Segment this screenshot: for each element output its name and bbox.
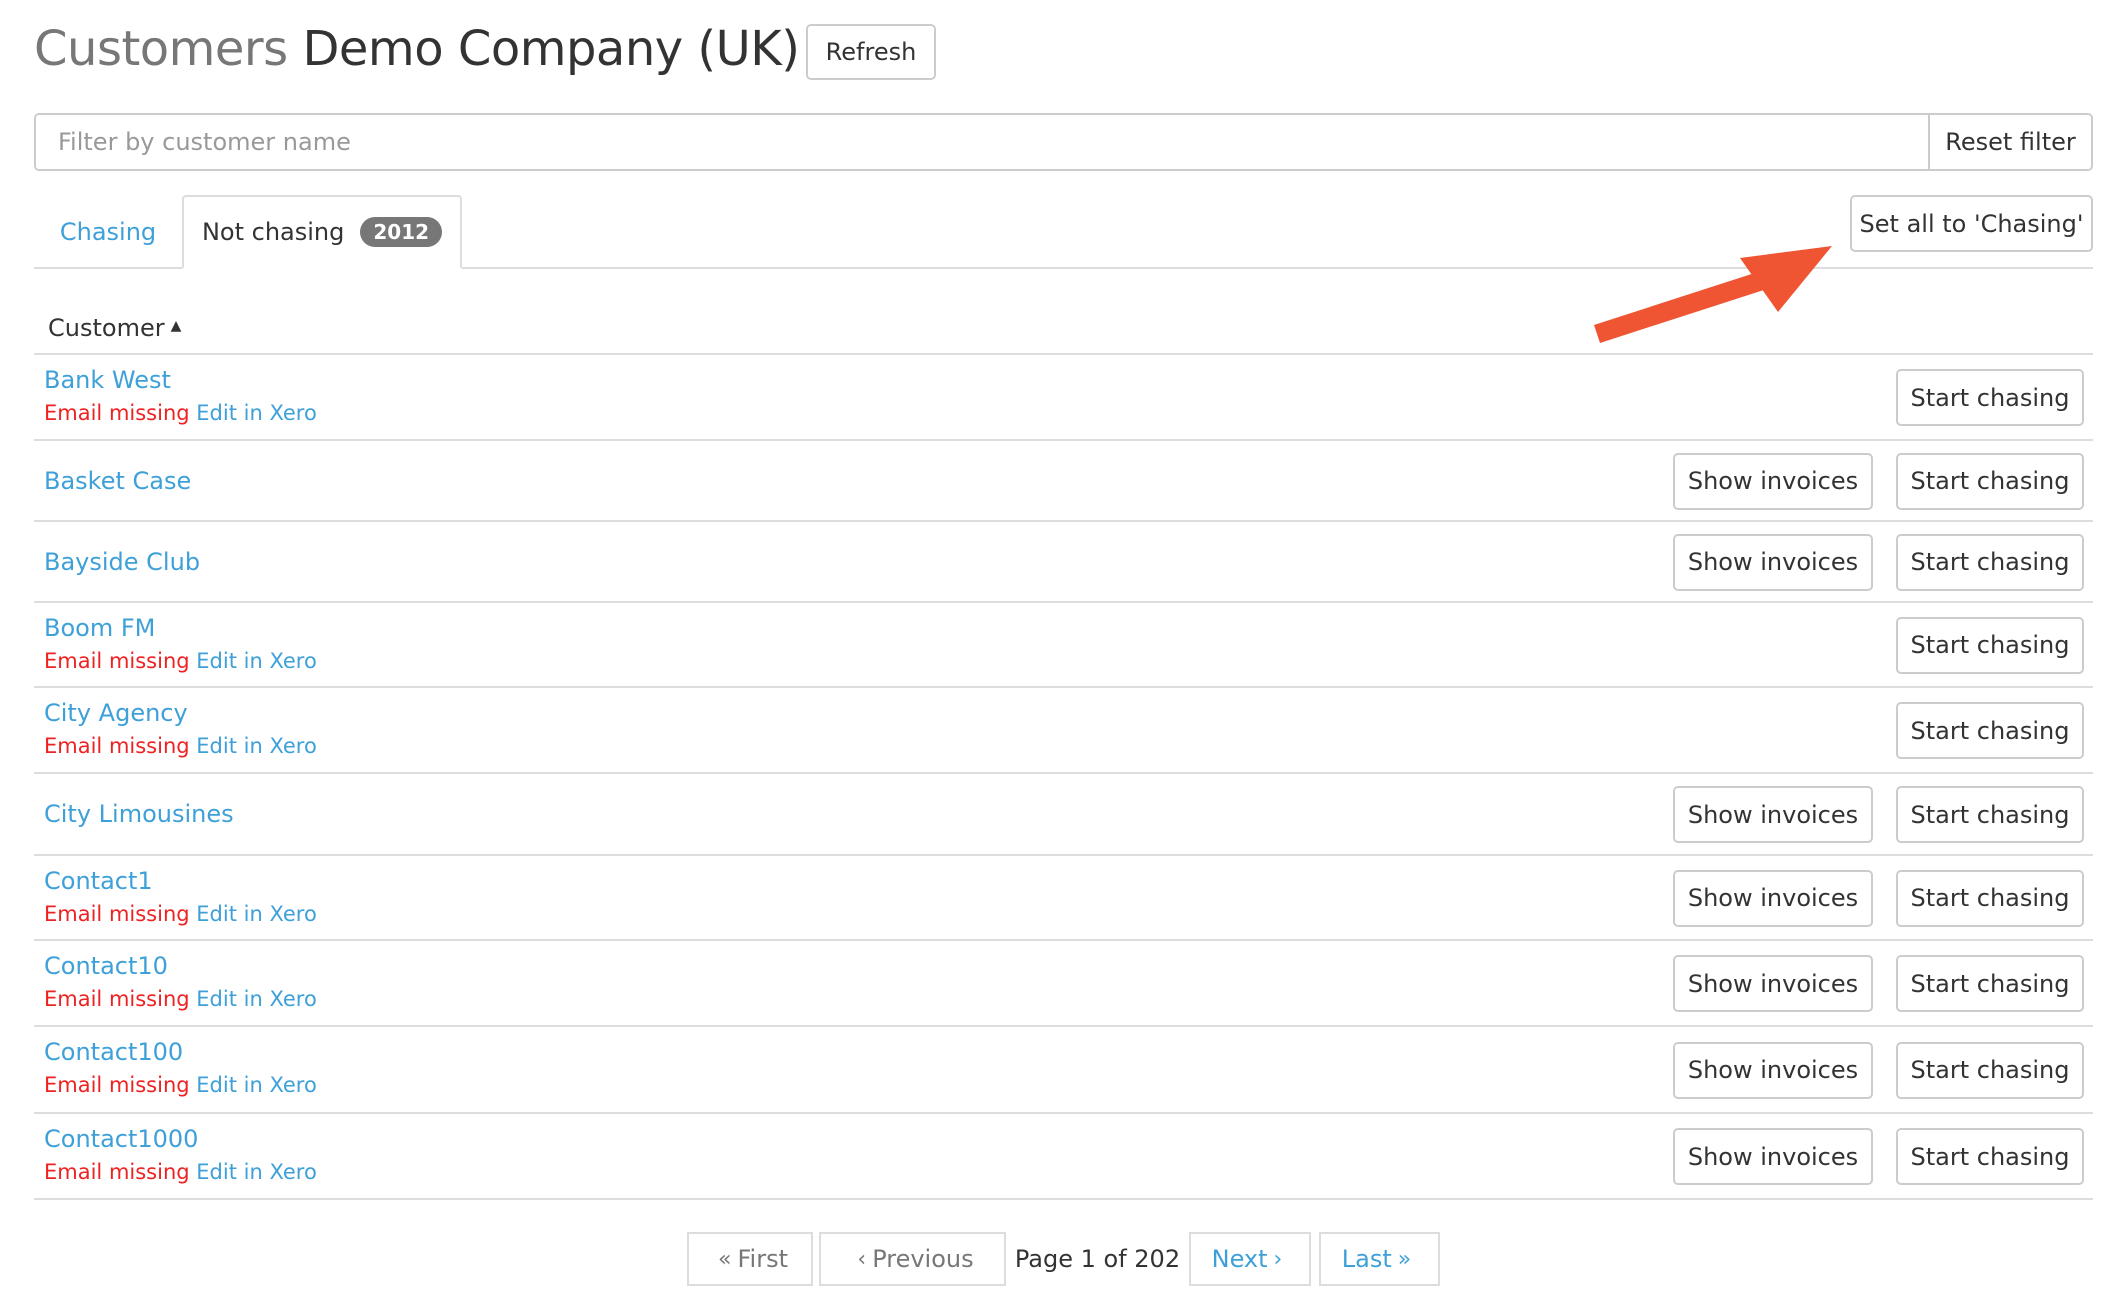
- customer-name-link[interactable]: Bayside Club: [44, 546, 200, 578]
- row-divider: [34, 686, 2093, 688]
- edit-in-xero-link[interactable]: Edit in Xero: [196, 734, 317, 758]
- email-status: Email missing Edit in Xero: [44, 646, 317, 676]
- start-chasing-button[interactable]: Start chasing: [1896, 533, 2084, 591]
- start-chasing-button[interactable]: Start chasing: [1896, 616, 2084, 674]
- previous-label: Previous: [872, 1245, 974, 1273]
- email-status: Email missing Edit in Xero: [44, 1157, 317, 1187]
- company-name: Demo Company (UK): [302, 21, 800, 77]
- first-label: First: [737, 1245, 788, 1273]
- edit-in-xero-link[interactable]: Edit in Xero: [196, 401, 317, 425]
- email-missing-label: Email missing: [44, 987, 190, 1011]
- reset-filter-button[interactable]: Reset filter: [1928, 115, 2091, 169]
- count-badge: 2012: [360, 217, 443, 247]
- pagination-previous-button[interactable]: ‹ Previous: [819, 1232, 1006, 1286]
- filter-group: Reset filter: [34, 113, 2093, 171]
- row-divider: [34, 772, 2093, 774]
- page-title: Customers Demo Company (UK): [34, 16, 800, 82]
- column-header-customer[interactable]: Customer ▲: [48, 306, 181, 346]
- refresh-button[interactable]: Refresh: [806, 24, 936, 80]
- edit-in-xero-link[interactable]: Edit in Xero: [196, 1160, 317, 1184]
- row-divider: [34, 439, 2093, 441]
- email-missing-label: Email missing: [44, 1073, 190, 1097]
- show-invoices-button[interactable]: Show invoices: [1673, 786, 1873, 843]
- email-missing-label: Email missing: [44, 902, 190, 926]
- pagination-last-button[interactable]: Last »: [1319, 1232, 1440, 1286]
- annotation-arrow-shaft: [1594, 270, 1770, 343]
- row-divider: [34, 1198, 2093, 1200]
- customer-name-link[interactable]: Basket Case: [44, 465, 191, 497]
- annotation-arrow-icon: [1594, 246, 1832, 343]
- set-all-chasing-button[interactable]: Set all to 'Chasing': [1850, 195, 2093, 252]
- last-label: Last: [1341, 1245, 1392, 1273]
- tab-not-chasing[interactable]: Not chasing 2012: [182, 195, 462, 269]
- column-header-label: Customer: [48, 314, 165, 342]
- customer-name-link[interactable]: Contact1000: [44, 1123, 198, 1155]
- row-divider: [34, 1025, 2093, 1027]
- customer-name-link[interactable]: Contact10: [44, 950, 168, 982]
- email-missing-label: Email missing: [44, 649, 190, 673]
- row-divider: [34, 520, 2093, 522]
- page-info: Page 1 of 202: [1014, 1245, 1181, 1273]
- email-status: Email missing Edit in Xero: [44, 1070, 317, 1100]
- double-chevron-right-icon: »: [1397, 1246, 1412, 1272]
- start-chasing-button[interactable]: Start chasing: [1896, 1128, 2084, 1185]
- customer-filter-input[interactable]: [36, 115, 1928, 169]
- start-chasing-button[interactable]: Start chasing: [1896, 452, 2084, 510]
- page-title-prefix: Customers: [34, 21, 288, 77]
- start-chasing-button[interactable]: Start chasing: [1896, 1041, 2084, 1099]
- row-divider: [34, 601, 2093, 603]
- header-divider: [34, 353, 2093, 355]
- next-label: Next: [1211, 1245, 1268, 1273]
- edit-in-xero-link[interactable]: Edit in Xero: [196, 902, 317, 926]
- show-invoices-button[interactable]: Show invoices: [1673, 955, 1873, 1012]
- row-divider: [34, 854, 2093, 856]
- customer-name-link[interactable]: Bank West: [44, 364, 171, 396]
- start-chasing-button[interactable]: Start chasing: [1896, 702, 2084, 759]
- show-invoices-button[interactable]: Show invoices: [1673, 533, 1873, 591]
- row-divider: [34, 939, 2093, 941]
- show-invoices-button[interactable]: Show invoices: [1673, 452, 1873, 510]
- chevron-right-icon: ›: [1273, 1246, 1283, 1272]
- pagination-next-button[interactable]: Next ›: [1189, 1232, 1311, 1286]
- email-missing-label: Email missing: [44, 1160, 190, 1184]
- start-chasing-button[interactable]: Start chasing: [1896, 955, 2084, 1012]
- tab-chasing[interactable]: Chasing: [34, 195, 182, 269]
- tab-chasing-label: Chasing: [59, 218, 157, 246]
- row-divider: [34, 1112, 2093, 1114]
- email-missing-label: Email missing: [44, 734, 190, 758]
- start-chasing-button[interactable]: Start chasing: [1896, 786, 2084, 843]
- tab-not-chasing-label: Not chasing: [201, 218, 345, 246]
- edit-in-xero-link[interactable]: Edit in Xero: [196, 1073, 317, 1097]
- edit-in-xero-link[interactable]: Edit in Xero: [196, 987, 317, 1011]
- show-invoices-button[interactable]: Show invoices: [1673, 1128, 1873, 1185]
- customer-name-link[interactable]: Contact100: [44, 1036, 183, 1068]
- email-status: Email missing Edit in Xero: [44, 731, 317, 761]
- double-chevron-left-icon: «: [718, 1246, 732, 1272]
- edit-in-xero-link[interactable]: Edit in Xero: [196, 649, 317, 673]
- customer-name-link[interactable]: City Agency: [44, 697, 188, 729]
- customer-name-link[interactable]: City Limousines: [44, 798, 234, 830]
- pagination-first-button[interactable]: « First: [687, 1232, 813, 1286]
- show-invoices-button[interactable]: Show invoices: [1673, 1041, 1873, 1099]
- sort-ascending-icon: ▲: [170, 318, 182, 334]
- start-chasing-button[interactable]: Start chasing: [1896, 369, 2084, 426]
- email-status: Email missing Edit in Xero: [44, 899, 317, 929]
- email-status: Email missing Edit in Xero: [44, 984, 317, 1014]
- chevron-left-icon: ‹: [857, 1246, 867, 1272]
- email-status: Email missing Edit in Xero: [44, 398, 317, 428]
- customer-name-link[interactable]: Contact1: [44, 865, 153, 897]
- start-chasing-button[interactable]: Start chasing: [1896, 869, 2084, 927]
- email-missing-label: Email missing: [44, 401, 190, 425]
- customer-name-link[interactable]: Boom FM: [44, 612, 155, 644]
- show-invoices-button[interactable]: Show invoices: [1673, 869, 1873, 927]
